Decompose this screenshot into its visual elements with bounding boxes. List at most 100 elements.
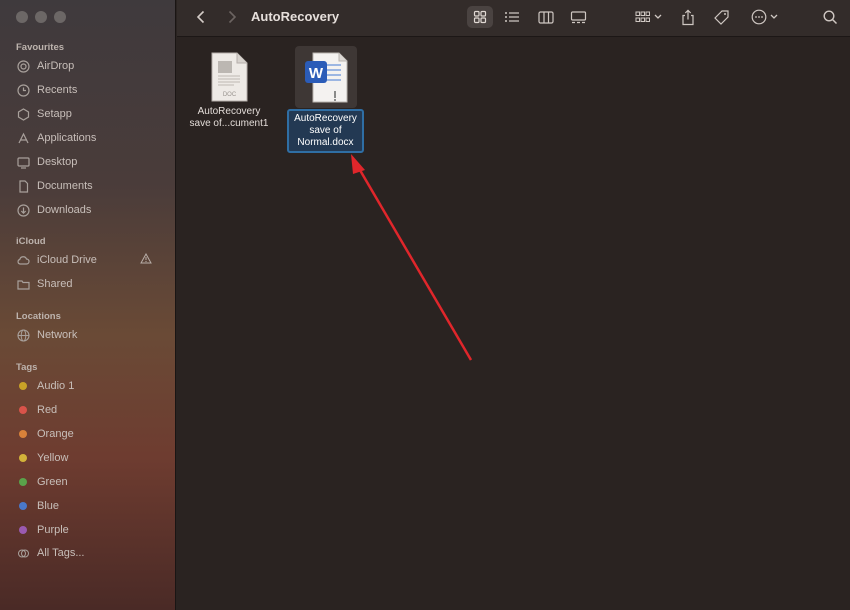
airdrop-icon (16, 59, 30, 73)
search-button[interactable] (820, 6, 840, 28)
file-name-label: AutoRecovery save of...cument1 (189, 106, 269, 130)
sidebar-item-label: Audio 1 (37, 380, 75, 392)
chevron-down-icon (654, 14, 661, 19)
sidebar-item-desktop[interactable]: Desktop (16, 152, 166, 172)
sidebar-item-label: Red (37, 404, 58, 416)
columns-icon (538, 10, 554, 24)
warning-icon (140, 252, 152, 267)
icon-view-button[interactable] (467, 6, 493, 28)
sidebar-item-label: Setapp (37, 108, 72, 120)
sidebar-item-label: Green (37, 476, 68, 488)
sidebar-item-label: All Tags... (37, 547, 85, 559)
tag-color-dot (19, 454, 27, 462)
tag-icon (713, 9, 729, 25)
applications-icon (16, 131, 30, 145)
file-browser-content: DOC AutoRecovery save of...cument1 W Aut… (177, 38, 850, 610)
gallery-view-button[interactable] (567, 6, 589, 28)
sidebar-item-documents[interactable]: Documents (16, 176, 166, 196)
tag-color-dot (19, 430, 27, 438)
gallery-icon (570, 10, 586, 23)
shared-folder-icon (16, 277, 30, 291)
section-locations: Locations (16, 311, 61, 322)
forward-button[interactable] (222, 6, 242, 28)
minimize-window-button[interactable] (35, 11, 47, 23)
file-name-line: AutoRecovery (294, 113, 357, 124)
sidebar-item-label: Recents (37, 84, 78, 96)
section-tags: Tags (16, 362, 38, 373)
sidebar-tag-orange[interactable]: Orange (16, 424, 166, 444)
tag-button[interactable] (711, 6, 731, 28)
section-favourites: Favourites (16, 42, 65, 53)
list-icon (505, 12, 519, 22)
file-item-document1[interactable]: DOC AutoRecovery save of...cument1 (189, 52, 269, 130)
search-icon (822, 9, 837, 24)
tag-color-dot (19, 406, 27, 414)
tag-color-dot (19, 478, 27, 486)
word-letter: W (309, 65, 324, 82)
sidebar-item-shared[interactable]: Shared (16, 274, 166, 294)
doc-file-icon: DOC (211, 52, 248, 102)
sidebar-item-downloads[interactable]: Downloads (16, 200, 166, 220)
sidebar-tag-red[interactable]: Red (16, 400, 166, 420)
chevron-down-icon (770, 14, 777, 19)
file-name-line: Normal.docx (297, 137, 354, 148)
sidebar-all-tags[interactable]: All Tags... (16, 543, 166, 563)
tag-color-dot (19, 502, 27, 510)
download-icon (16, 203, 30, 217)
list-view-button[interactable] (501, 6, 523, 28)
tag-color-dot (19, 382, 27, 390)
column-view-button[interactable] (535, 6, 557, 28)
cloud-icon (16, 253, 30, 267)
sidebar-item-applications[interactable]: Applications (16, 128, 166, 148)
sidebar-item-label: Applications (37, 132, 97, 144)
file-type-badge: DOC (223, 92, 237, 98)
document-icon (16, 179, 30, 193)
share-button[interactable] (678, 6, 698, 28)
file-name-line: save of...cument1 (189, 118, 269, 129)
sidebar-item-label: Downloads (37, 204, 92, 216)
word-file-icon: W (305, 52, 348, 103)
file-name-line: save of (309, 125, 342, 136)
chevron-left-icon (196, 10, 205, 24)
grid-icon (473, 10, 487, 24)
sidebar-item-label: Network (37, 329, 78, 341)
sidebar-tag-yellow[interactable]: Yellow (16, 448, 166, 468)
globe-icon (16, 328, 30, 342)
sidebar-tag-audio-1[interactable]: Audio 1 (16, 376, 166, 396)
sidebar-item-setapp[interactable]: Setapp (16, 104, 166, 124)
sidebar-item-label: Desktop (37, 156, 78, 168)
sidebar-item-label: Yellow (37, 452, 69, 464)
sidebar: Favourites AirDrop Recents Setapp Applic… (0, 0, 176, 610)
sidebar-item-label: Orange (37, 428, 74, 440)
close-window-button[interactable] (16, 11, 28, 23)
tag-color-dot (19, 526, 27, 534)
sidebar-item-label: AirDrop (37, 60, 75, 72)
zoom-window-button[interactable] (54, 11, 66, 23)
sidebar-item-label: Documents (37, 180, 93, 192)
back-button[interactable] (191, 6, 211, 28)
sidebar-item-airdrop[interactable]: AirDrop (16, 56, 166, 76)
sidebar-item-icloud-drive[interactable]: iCloud Drive (16, 250, 166, 270)
sidebar-item-recents[interactable]: Recents (16, 80, 166, 100)
window-title: AutoRecovery (251, 9, 340, 24)
sidebar-item-network[interactable]: Network (16, 325, 166, 345)
share-icon (682, 8, 694, 25)
desktop-icon (16, 155, 30, 169)
more-actions-button[interactable] (748, 6, 780, 28)
group-by-button[interactable] (631, 6, 665, 28)
file-name-line: AutoRecovery (197, 106, 261, 117)
toolbar: AutoRecovery (177, 0, 850, 37)
sidebar-item-label: Purple (37, 524, 69, 536)
sidebar-item-label: iCloud Drive (37, 254, 97, 266)
file-name-label[interactable]: AutoRecovery save of Normal.docx (287, 109, 364, 153)
sidebar-item-label: Blue (37, 500, 60, 512)
sidebar-tag-blue[interactable]: Blue (16, 496, 166, 516)
group-grid-icon (635, 11, 650, 22)
sidebar-item-label: Shared (37, 278, 73, 290)
chevron-right-icon (228, 10, 237, 24)
sidebar-tag-green[interactable]: Green (16, 472, 166, 492)
clock-icon (16, 83, 30, 97)
tags-icon (16, 546, 30, 560)
setapp-icon (16, 107, 30, 121)
sidebar-tag-purple[interactable]: Purple (16, 520, 166, 540)
